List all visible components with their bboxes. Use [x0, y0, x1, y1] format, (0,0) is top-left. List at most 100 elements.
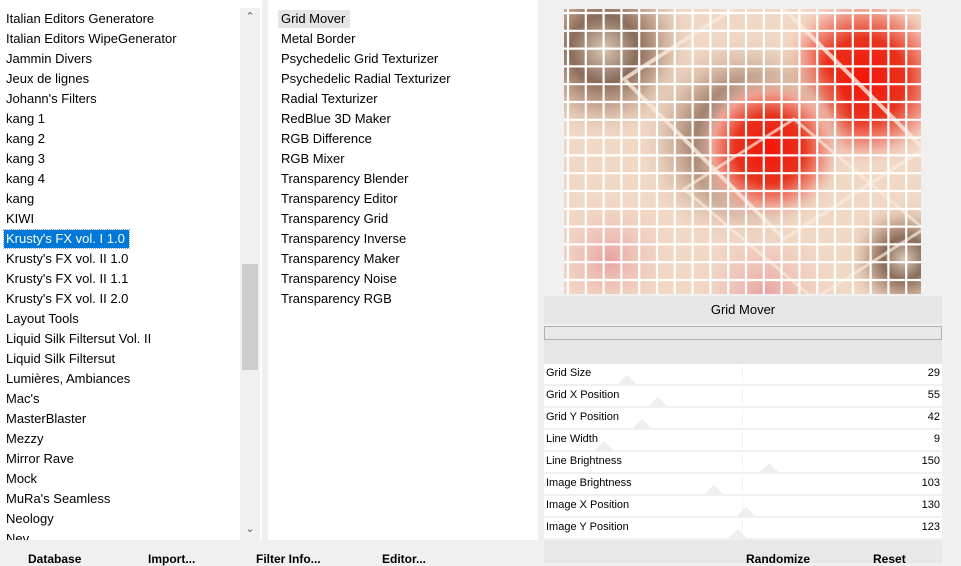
separator-bar [544, 340, 942, 364]
scroll-down-icon[interactable]: ⌄ [240, 520, 260, 538]
category-item[interactable]: kang 1 [6, 110, 47, 128]
right-toolbar: Randomize Reset [544, 540, 942, 566]
category-item[interactable]: MasterBlaster [6, 410, 88, 428]
filter-item[interactable]: RedBlue 3D Maker [281, 110, 391, 128]
filter-item[interactable]: Transparency Editor [281, 190, 398, 208]
category-item[interactable]: Jeux de lignes [6, 70, 91, 88]
slider-thumb[interactable] [705, 485, 724, 494]
category-item[interactable]: Mac's [6, 390, 42, 408]
slider-track [742, 454, 743, 470]
param-value: 130 [921, 499, 940, 511]
filter-item[interactable]: Radial Texturizer [281, 90, 378, 108]
param-value: 150 [921, 455, 940, 467]
category-item[interactable]: Liquid Silk Filtersut [6, 350, 117, 368]
filter-item[interactable]: Transparency Noise [281, 270, 397, 288]
filter-item[interactable]: Transparency Blender [281, 170, 408, 188]
reset-button[interactable]: Reset [873, 552, 906, 566]
category-item[interactable]: kang 3 [6, 150, 47, 168]
param-label: Grid X Position [546, 389, 620, 401]
param-label: Grid Size [546, 367, 592, 379]
param-label: Grid Y Position [546, 411, 619, 423]
slider-track [742, 432, 743, 448]
param-slider-row[interactable]: Grid Y Position 42 [544, 408, 942, 430]
filter-item[interactable]: Transparency Inverse [281, 230, 406, 248]
filter-item[interactable]: RGB Difference [281, 130, 372, 148]
slider-thumb[interactable] [618, 375, 637, 384]
param-value: 123 [921, 521, 940, 533]
param-label: Line Width [546, 433, 598, 445]
slider-track [742, 388, 743, 404]
category-item[interactable]: Italian Editors WipeGenerator [6, 30, 179, 48]
preview-image [564, 9, 921, 294]
filter-item[interactable]: RGB Mixer [281, 150, 345, 168]
database-button[interactable]: Database [28, 552, 81, 566]
filter-info-button[interactable]: Filter Info... [256, 552, 321, 566]
slider-track [742, 476, 743, 492]
category-item[interactable]: KIWI [6, 210, 36, 228]
category-item[interactable]: Neology [6, 510, 56, 528]
filter-item[interactable]: Psychedelic Grid Texturizer [281, 50, 438, 68]
preview-canvas [564, 9, 921, 294]
param-slider-row[interactable]: Grid Size 29 [544, 364, 942, 386]
param-label: Image X Position [546, 499, 630, 511]
param-label: Line Brightness [546, 455, 622, 467]
param-label: Image Y Position [546, 521, 629, 533]
category-item[interactable]: Nev [6, 530, 31, 540]
progress-bar [544, 326, 942, 340]
filter-title: Grid Mover [544, 296, 942, 324]
filter-settings-panel: Grid Mover Grid Size 29 Grid X Position 55 G… [544, 0, 961, 566]
category-item[interactable]: Lumières, Ambiances [6, 370, 132, 388]
category-item[interactable]: MuRa's Seamless [6, 490, 112, 508]
filter-item[interactable]: Grid Mover [278, 10, 351, 28]
bottom-toolbar: Database Import... Filter Info... Editor… [0, 540, 538, 566]
category-item[interactable]: kang 4 [6, 170, 47, 188]
category-item[interactable]: Johann's Filters [6, 90, 99, 108]
category-item[interactable]: Mezzy [6, 430, 46, 448]
import-button[interactable]: Import... [148, 552, 195, 566]
param-slider-row[interactable]: Grid X Position 55 [544, 386, 942, 408]
category-item[interactable]: Mock [6, 470, 39, 488]
category-scrollbar[interactable]: ⌃ ⌄ [240, 8, 260, 540]
category-item[interactable]: Krusty's FX vol. I 1.0 [3, 229, 130, 249]
category-item[interactable]: kang 2 [6, 130, 47, 148]
param-value: 29 [927, 367, 940, 379]
filter-item[interactable]: Transparency Grid [281, 210, 388, 228]
category-item[interactable]: Layout Tools [6, 310, 81, 328]
category-item[interactable]: Krusty's FX vol. II 1.1 [6, 270, 130, 288]
slider-thumb[interactable] [728, 529, 747, 538]
param-slider-row[interactable]: Image X Position 130 [544, 496, 942, 518]
param-value: 42 [927, 411, 940, 423]
param-value: 55 [927, 389, 940, 401]
category-item[interactable]: Mirror Rave [6, 450, 76, 468]
editor-button[interactable]: Editor... [382, 552, 426, 566]
filter-item[interactable]: Transparency Maker [281, 250, 400, 268]
randomize-button[interactable]: Randomize [746, 552, 810, 566]
scrollbar-thumb[interactable] [242, 264, 258, 370]
slider-track [742, 410, 743, 426]
param-value: 9 [933, 433, 940, 445]
category-list[interactable]: Italian Editors Generatore Italian Editor… [0, 0, 240, 540]
scroll-up-icon[interactable]: ⌃ [240, 8, 260, 26]
slider-thumb[interactable] [736, 507, 755, 516]
category-item[interactable]: Liquid Silk Filtersut Vol. II [6, 330, 153, 348]
filter-list[interactable]: Grid Mover Metal Border Psychedelic Grid T… [268, 0, 538, 540]
category-item[interactable]: Krusty's FX vol. II 2.0 [6, 290, 130, 308]
param-value: 103 [921, 477, 940, 489]
param-slider-row[interactable]: Line Width 9 [544, 430, 942, 452]
category-list-panel: Italian Editors Generatore Italian Editor… [0, 0, 262, 540]
category-item[interactable]: kang [6, 190, 36, 208]
category-item[interactable]: Krusty's FX vol. II 1.0 [6, 250, 130, 268]
slider-thumb[interactable] [760, 463, 779, 472]
slider-thumb[interactable] [648, 397, 667, 406]
filter-item[interactable]: Transparency RGB [281, 290, 392, 308]
slider-thumb[interactable] [633, 419, 652, 428]
param-slider-row[interactable]: Image Y Position 123 [544, 518, 942, 540]
filter-item[interactable]: Psychedelic Radial Texturizer [281, 70, 451, 88]
param-slider-row[interactable]: Line Brightness 150 [544, 452, 942, 474]
param-slider-row[interactable]: Image Brightness 103 [544, 474, 942, 496]
category-item[interactable]: Jammin Divers [6, 50, 94, 68]
param-label: Image Brightness [546, 477, 632, 489]
filter-item[interactable]: Metal Border [281, 30, 355, 48]
category-item[interactable]: Italian Editors Generatore [6, 10, 156, 28]
slider-track [742, 366, 743, 382]
